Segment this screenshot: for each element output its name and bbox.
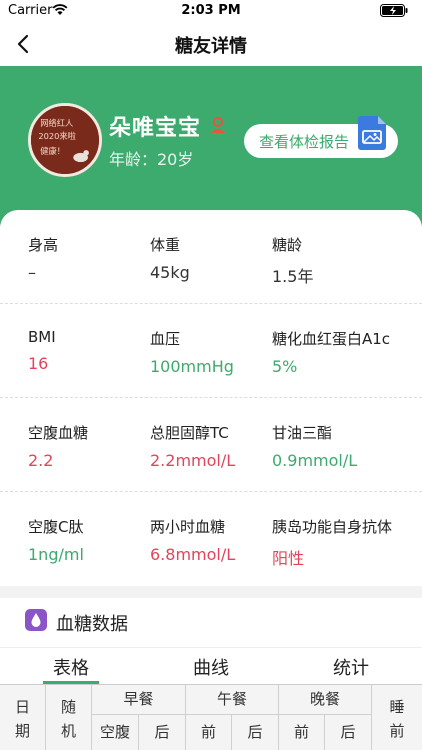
- col-dinner-after: 后: [325, 715, 372, 750]
- battery-icon: [380, 4, 408, 17]
- height-field: 身高 –: [28, 234, 58, 282]
- cholesterol-field: 总胆固醇TC 2.2mmol/L: [150, 422, 235, 470]
- col-breakfast-after: 后: [139, 715, 186, 750]
- islet-antibody-label: 胰岛功能自身抗体: [272, 518, 393, 536]
- hba1c-field: 糖化血红蛋白A1c 5%: [272, 328, 390, 376]
- blood-drop-icon: [25, 609, 47, 631]
- blood-pressure-field: 血压 100mmHg: [150, 328, 234, 376]
- bmi-value: 16: [28, 354, 49, 373]
- health-info-card: 身高 – 体重 45kg 糖龄 1.5年 BMI 16 血压 100mmHg 糖…: [0, 210, 422, 586]
- user-age: 年龄：20岁: [109, 150, 194, 169]
- col-dinner: 晚餐: [279, 685, 372, 715]
- section-divider: [0, 586, 422, 598]
- weight-field: 体重 45kg: [150, 234, 190, 282]
- height-value: –: [28, 263, 36, 282]
- bmi-field: BMI 16: [28, 328, 56, 373]
- col-dinner-before: 前: [279, 715, 325, 750]
- col-lunch-after: 后: [232, 715, 279, 750]
- weight-value: 45kg: [150, 263, 190, 282]
- col-bedtime: 睡前: [372, 685, 422, 750]
- col-date: 日期: [0, 685, 46, 750]
- col-breakfast: 早餐: [92, 685, 186, 715]
- islet-antibody-value: 阳性: [272, 549, 305, 568]
- triglyceride-value: 0.9mmol/L: [272, 451, 358, 470]
- info-row: BMI 16 血压 100mmHg 糖化血红蛋白A1c 5%: [0, 304, 422, 398]
- tab-statistics[interactable]: 统计: [311, 654, 391, 680]
- user-name: 朵唯宝宝: [109, 116, 202, 141]
- avatar-text-2: 2020来啦: [38, 131, 76, 141]
- avatar[interactable]: 网络红人 2020来啦 健康！: [28, 103, 102, 177]
- diabetes-age-label: 糖龄: [272, 236, 303, 254]
- fasting-glucose-label: 空腹血糖: [28, 424, 89, 442]
- glucose-table-header: 日期 随机 早餐 午餐 晚餐 睡前 空腹 后 前 后 前 后: [0, 684, 422, 750]
- c-peptide-label: 空腹C肽: [28, 518, 84, 536]
- col-lunch: 午餐: [186, 685, 279, 715]
- triglyceride-label: 甘油三酯: [272, 424, 333, 442]
- info-row: 空腹C肽 1ng/ml 两小时血糖 6.8mmol/L 胰岛功能自身抗体 阳性: [0, 492, 422, 586]
- avatar-text-1: 网络红人: [40, 118, 73, 128]
- col-random-label: 随机: [60, 698, 76, 740]
- page-title: 糖友详情: [175, 36, 247, 57]
- clock: 2:03 PM: [181, 3, 241, 18]
- col-random: 随机: [46, 685, 92, 750]
- height-label: 身高: [28, 236, 59, 254]
- col-bedtime-label: 睡前: [389, 698, 405, 740]
- col-lunch-before: 前: [186, 715, 232, 750]
- two-hour-glucose-value: 6.8mmol/L: [150, 545, 236, 564]
- hba1c-value: 5%: [272, 357, 298, 376]
- blood-pressure-label: 血压: [150, 330, 181, 348]
- cholesterol-label: 总胆固醇TC: [150, 424, 229, 442]
- view-report-label: 查看体检报告: [259, 133, 350, 151]
- cholesterol-value: 2.2mmol/L: [150, 451, 236, 470]
- report-document-icon: [358, 116, 386, 150]
- info-row: 身高 – 体重 45kg 糖龄 1.5年: [0, 210, 422, 304]
- section-title: 血糖数据: [56, 614, 128, 635]
- two-hour-glucose-field: 两小时血糖 6.8mmol/L: [150, 516, 235, 564]
- weight-label: 体重: [150, 236, 181, 254]
- tab-bar: 表格 曲线 统计: [0, 648, 422, 684]
- bmi-label: BMI: [28, 328, 56, 346]
- fasting-glucose-field: 空腹血糖 2.2: [28, 422, 88, 470]
- two-hour-glucose-label: 两小时血糖: [150, 518, 226, 536]
- c-peptide-field: 空腹C肽 1ng/ml: [28, 516, 84, 564]
- hba1c-label: 糖化血红蛋白A1c: [272, 330, 391, 348]
- islet-antibody-field: 胰岛功能自身抗体 阳性: [272, 516, 392, 569]
- col-breakfast-fasting: 空腹: [92, 715, 139, 750]
- info-row: 空腹血糖 2.2 总胆固醇TC 2.2mmol/L 甘油三酯 0.9mmol/L: [0, 398, 422, 492]
- diabetes-age-field: 糖龄 1.5年: [272, 234, 313, 287]
- triglyceride-field: 甘油三酯 0.9mmol/L: [272, 422, 357, 470]
- status-bar: Carrier 2:03 PM: [0, 0, 422, 22]
- tab-curve[interactable]: 曲线: [171, 654, 251, 680]
- blood-pressure-value: 100mmHg: [150, 357, 234, 376]
- c-peptide-value: 1ng/ml: [28, 545, 84, 564]
- tab-table[interactable]: 表格: [31, 654, 111, 680]
- col-date-label: 日期: [14, 698, 30, 740]
- navigation-bar: 糖友详情: [0, 22, 422, 66]
- fasting-glucose-value: 2.2: [28, 451, 54, 470]
- glucose-section-header: 血糖数据: [0, 598, 422, 648]
- female-user-icon: [211, 117, 225, 133]
- avatar-text-3: 健康！: [40, 146, 65, 156]
- diabetes-age-value: 1.5年: [272, 267, 314, 286]
